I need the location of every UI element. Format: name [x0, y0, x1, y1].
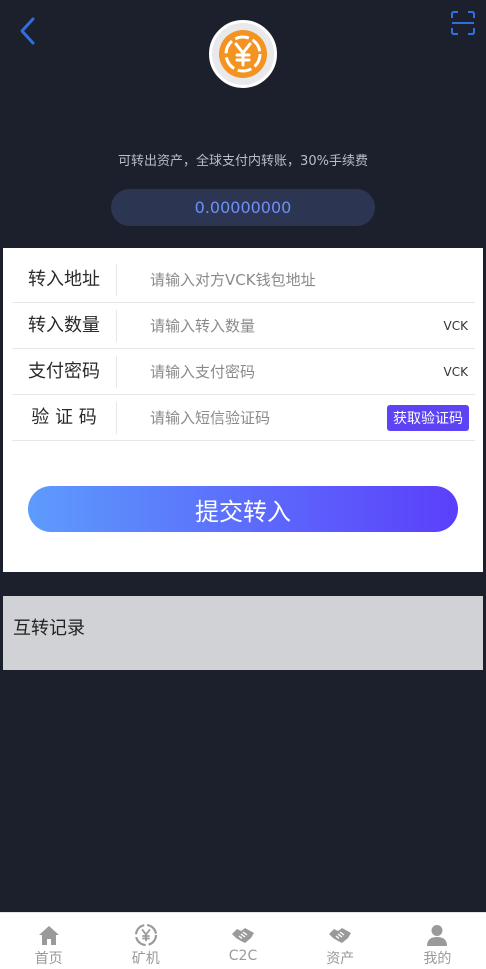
balance-display: 0.00000000 [111, 189, 375, 226]
sms-code-label: 验 证 码 [12, 401, 117, 434]
tab-c2c[interactable]: C2C [194, 913, 291, 969]
password-row: 支付密码 VCK [12, 349, 475, 395]
sms-code-input[interactable] [117, 397, 387, 438]
tab-mine[interactable]: 我的 [389, 913, 486, 969]
amount-input[interactable] [117, 305, 444, 346]
tab-miner[interactable]: 矿机 [97, 913, 194, 969]
miner-icon [134, 923, 157, 947]
tab-mine-label: 我的 [423, 951, 452, 967]
tab-assets[interactable]: 资产 [292, 913, 389, 969]
user-icon [427, 925, 448, 946]
tab-miner-label: 矿机 [131, 951, 160, 967]
bottom-tab-bar: 首页 矿机 C2C 资产 我的 [0, 912, 486, 969]
scan-button[interactable] [450, 10, 476, 36]
back-button[interactable] [14, 14, 44, 48]
transfer-form: 转入地址 转入数量 VCK 支付密码 VCK 验 证 码 获取验证码 提交转入 [3, 248, 483, 572]
transfer-records-panel: 互转记录 [3, 596, 483, 670]
sms-code-row: 验 证 码 获取验证码 [12, 395, 475, 441]
tab-c2c-label: C2C [228, 948, 258, 964]
handshake-icon [232, 928, 254, 943]
records-title: 互转记录 [13, 618, 85, 639]
address-row: 转入地址 [12, 257, 475, 303]
handshake-icon [329, 928, 352, 943]
tab-home-label: 首页 [34, 951, 63, 967]
back-arrow-icon [20, 17, 35, 45]
get-code-button[interactable]: 获取验证码 [387, 404, 469, 431]
amount-row: 转入数量 VCK [12, 303, 475, 349]
address-input[interactable] [117, 259, 475, 300]
password-label: 支付密码 [12, 355, 117, 388]
balance-value: 0.00000000 [194, 198, 292, 217]
coin-logo [209, 20, 277, 88]
tab-home[interactable]: 首页 [0, 913, 97, 969]
yuan-coin-icon [219, 30, 267, 78]
password-input[interactable] [117, 351, 444, 392]
transfer-subtitle: 可转出资产，全球支付内转账，30%手续费 [118, 154, 368, 169]
submit-transfer-button[interactable]: 提交转入 [28, 486, 458, 532]
amount-label: 转入数量 [12, 309, 117, 342]
amount-unit: VCK [443, 318, 468, 333]
tab-assets-label: 资产 [326, 951, 355, 967]
address-label: 转入地址 [12, 263, 117, 296]
password-unit: VCK [443, 364, 468, 379]
scan-icon [451, 11, 475, 35]
home-icon [38, 926, 59, 945]
